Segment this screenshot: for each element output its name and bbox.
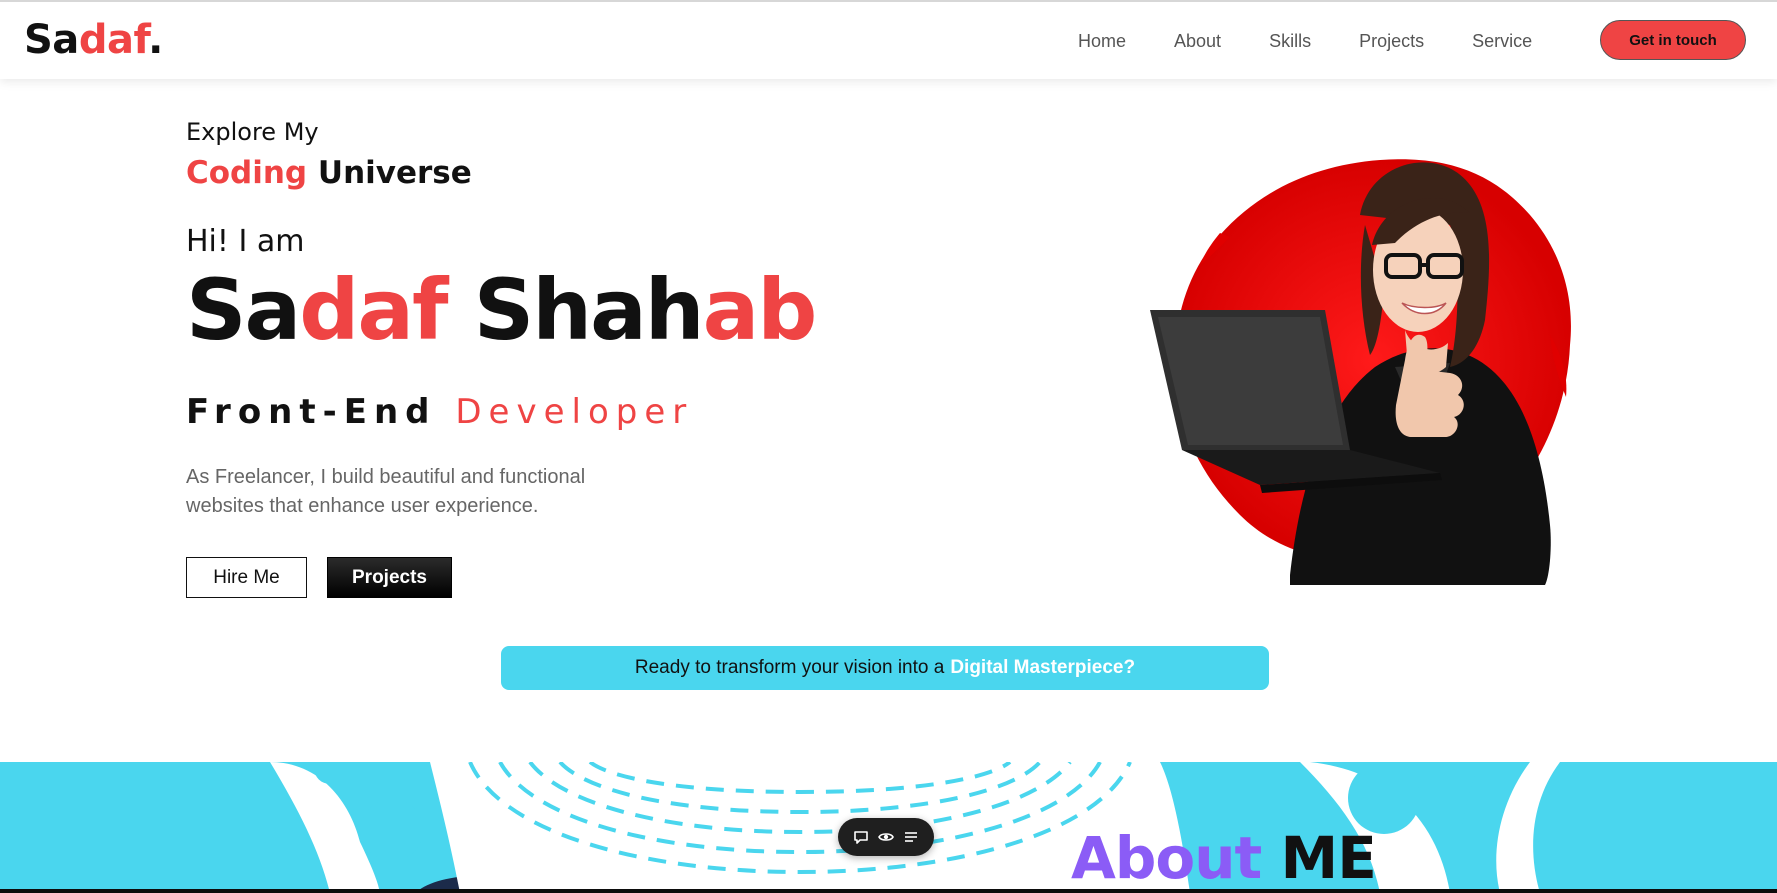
nav-skills[interactable]: Skills (1269, 31, 1311, 52)
hero-section: Explore My Coding Universe Hi! I am Sada… (186, 118, 1006, 521)
hero-intro-text: As Freelancer, I build beautiful and fun… (186, 465, 586, 517)
top-navbar: Sadaf. Home About Skills Projects Servic… (0, 0, 1777, 79)
name-part-3: Shah (473, 260, 705, 359)
role-accent: Developer (455, 391, 694, 432)
role-dark: Front-End (186, 391, 437, 432)
banner-text: Ready to transform your vision into a (634, 657, 945, 678)
about-title-accent: About (1071, 824, 1262, 892)
hero-portrait-image (1150, 159, 1571, 585)
hero-tagline-line2: Coding Universe (186, 155, 1006, 192)
name-part-4: ab (702, 260, 818, 359)
logo-dot: . (148, 17, 163, 63)
projects-button[interactable]: Projects (327, 557, 452, 598)
about-title-dark: ME (1280, 824, 1376, 892)
tagline-accent: Coding (186, 154, 308, 191)
get-in-touch-button[interactable]: Get in touch (1600, 20, 1746, 60)
floating-toolbar (838, 818, 934, 856)
nav-service[interactable]: Service (1472, 31, 1532, 52)
name-part-1: Sa (186, 260, 301, 359)
about-title: About ME (1071, 829, 1377, 887)
menu-icon[interactable] (901, 827, 921, 847)
nav-about[interactable]: About (1174, 31, 1221, 52)
hero-actions: Hire Me Projects (186, 557, 452, 598)
logo-part-2: daf (78, 17, 149, 63)
hire-me-button[interactable]: Hire Me (186, 557, 307, 598)
banner-highlight: Digital Masterpiece? (950, 657, 1136, 678)
hero-name: Sadaf Shahab (186, 268, 1006, 352)
hero-greeting: Hi! I am (186, 223, 305, 259)
hero-role: Front-End Developer (186, 392, 1006, 433)
eye-icon[interactable] (876, 827, 896, 847)
hero-tagline-line1: Explore My (186, 118, 319, 146)
site-logo[interactable]: Sadaf. (24, 20, 163, 60)
cta-banner[interactable]: Ready to transform your vision into a Di… (501, 646, 1269, 690)
hero-illustration (1150, 105, 1610, 595)
logo-part-1: Sa (24, 17, 79, 63)
portfolio-page: Sadaf. Home About Skills Projects Servic… (0, 0, 1777, 893)
tagline-dark: Universe (317, 154, 472, 191)
nav-links: Home About Skills Projects Service (1078, 2, 1532, 81)
name-part-2: daf (299, 260, 448, 359)
bottom-edge-strip (0, 889, 1777, 893)
nav-projects[interactable]: Projects (1359, 31, 1424, 52)
nav-home[interactable]: Home (1078, 31, 1126, 52)
comment-icon[interactable] (851, 827, 871, 847)
